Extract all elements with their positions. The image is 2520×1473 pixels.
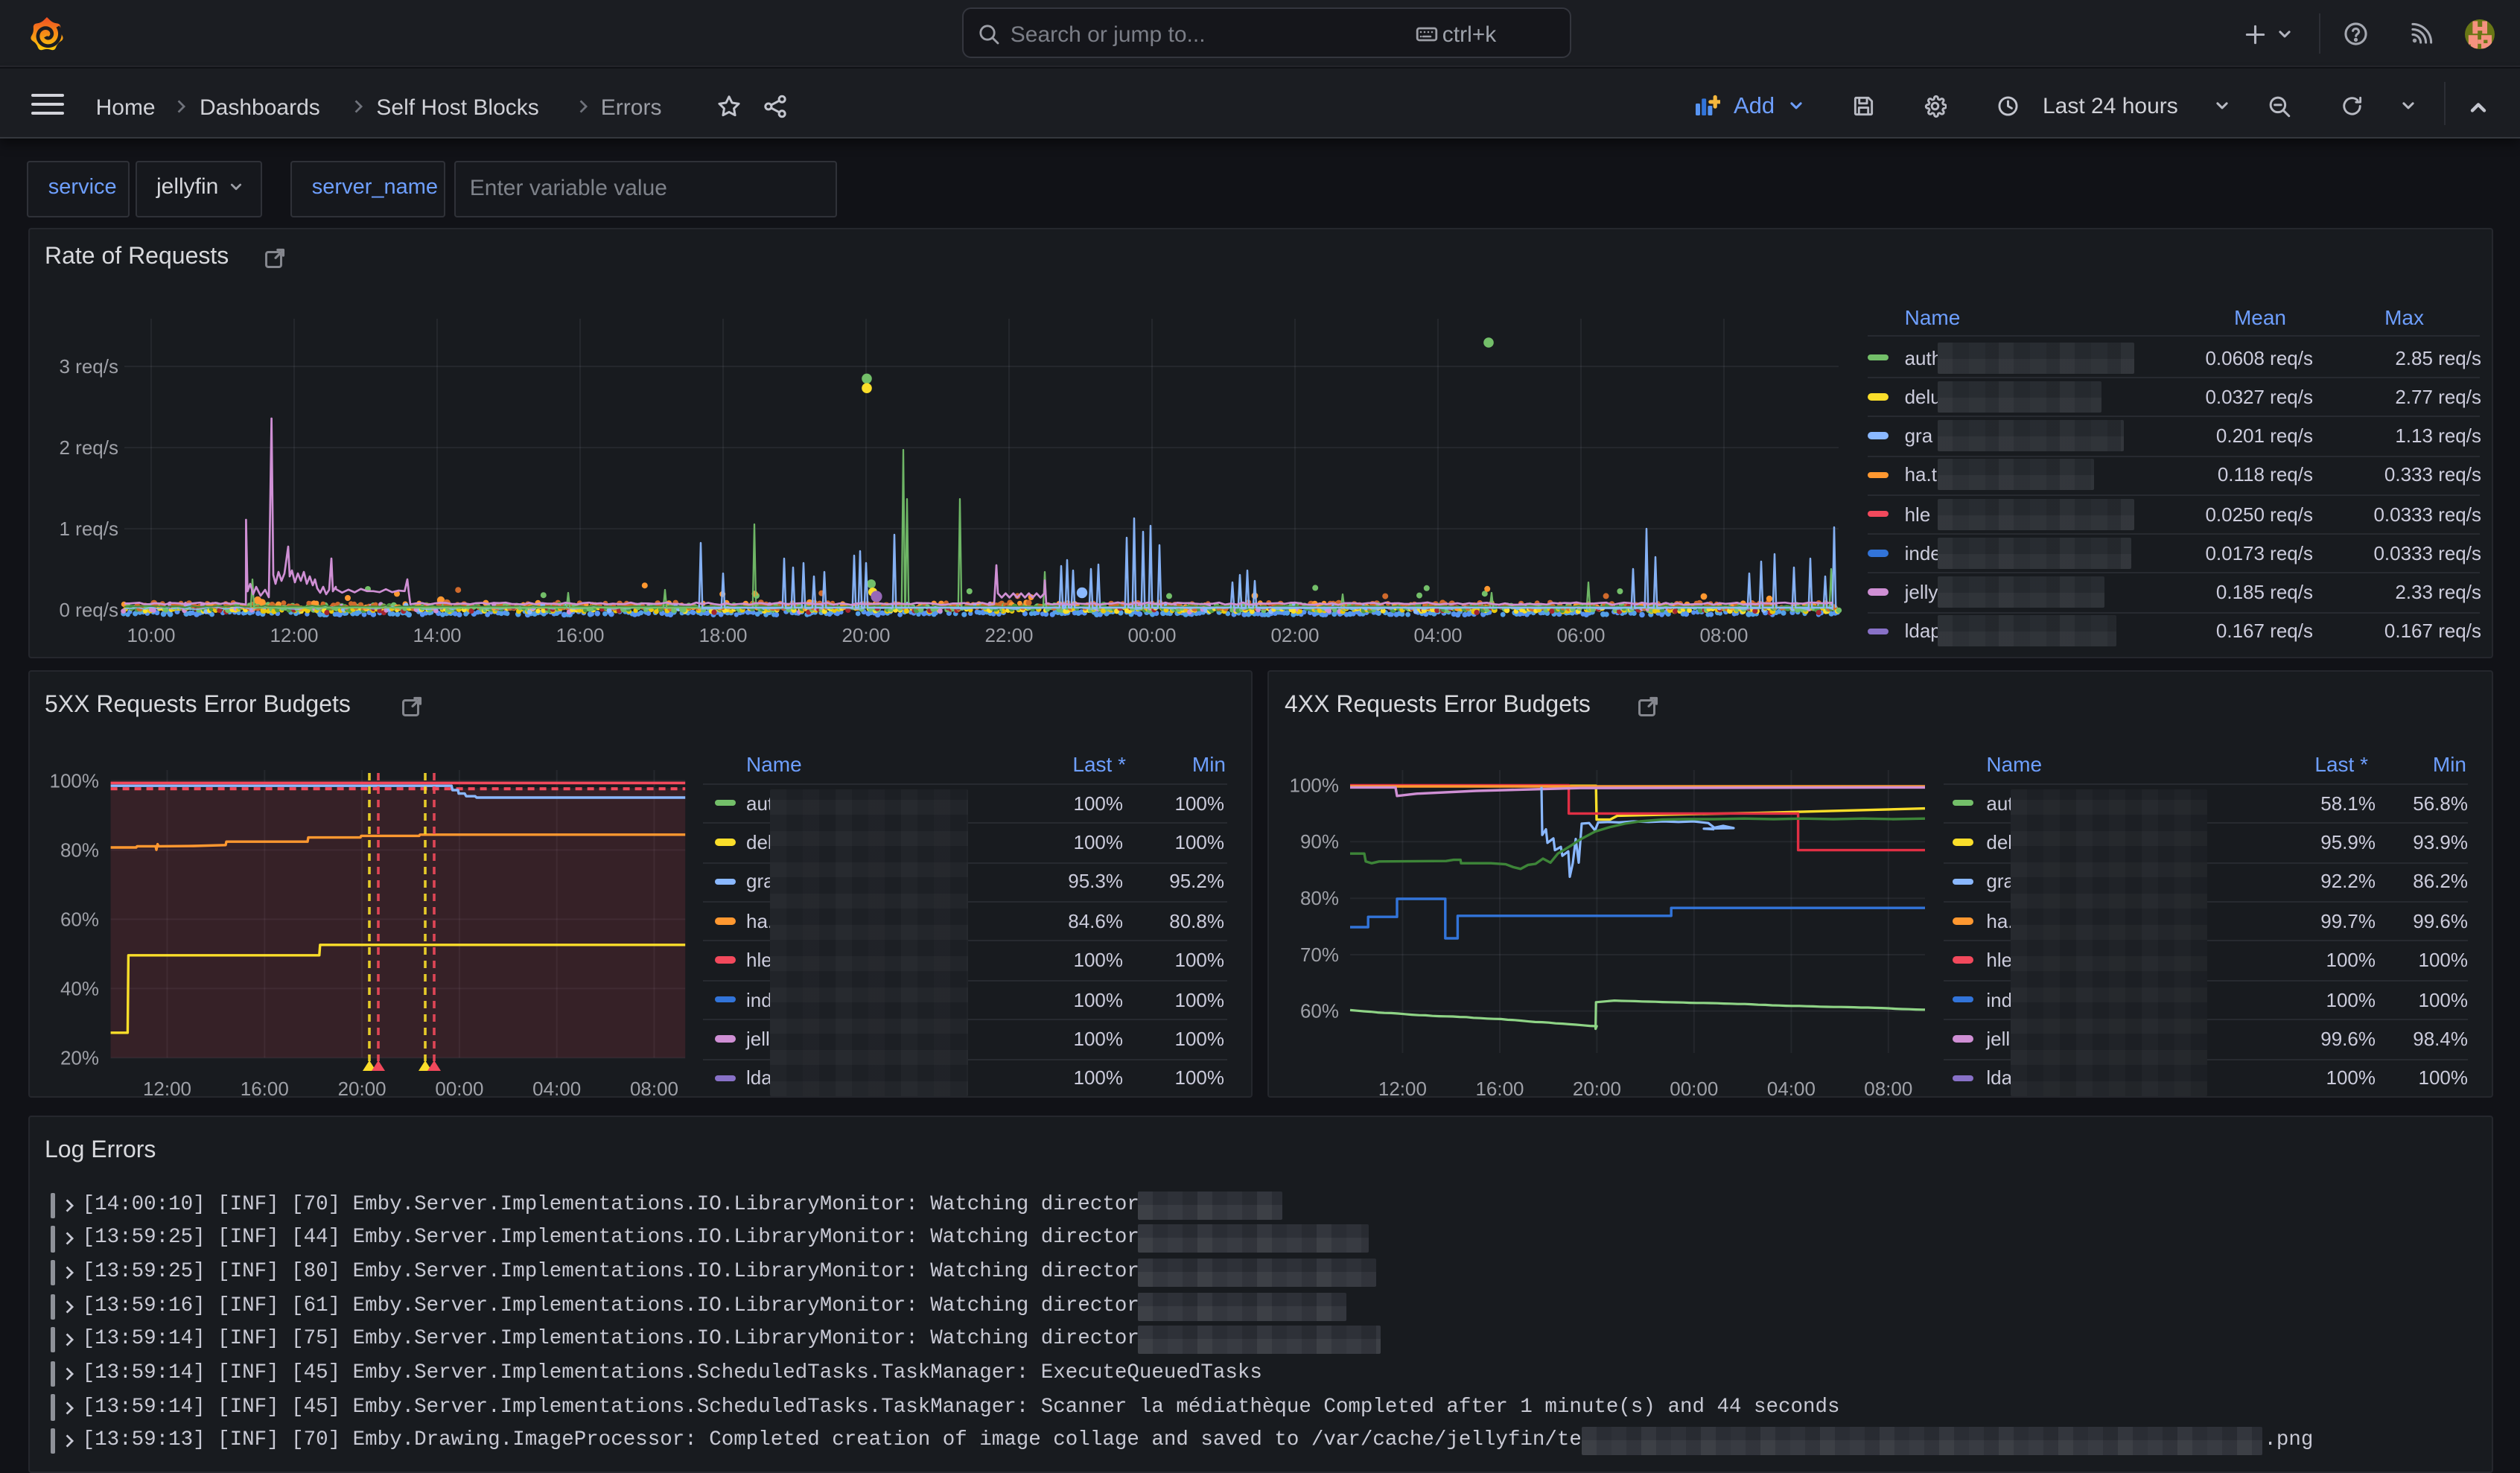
- svg-text:16:00: 16:00: [240, 1077, 288, 1099]
- svg-text:04:00: 04:00: [1767, 1077, 1816, 1099]
- svg-text:22:00: 22:00: [984, 624, 1032, 646]
- svg-text:90%: 90%: [1300, 830, 1339, 852]
- svg-text:00:00: 00:00: [434, 1077, 483, 1099]
- svg-text:14:00: 14:00: [412, 624, 460, 646]
- svg-text:3 req/s: 3 req/s: [59, 355, 118, 378]
- svg-text:100%: 100%: [49, 769, 98, 791]
- svg-text:06:00: 06:00: [1556, 624, 1604, 646]
- svg-text:2 req/s: 2 req/s: [59, 436, 118, 459]
- svg-text:18:00: 18:00: [698, 624, 746, 646]
- svg-text:80%: 80%: [1300, 886, 1339, 909]
- svg-text:100%: 100%: [1290, 773, 1339, 795]
- svg-text:20:00: 20:00: [1573, 1077, 1621, 1099]
- svg-text:04:00: 04:00: [532, 1077, 580, 1099]
- svg-text:20:00: 20:00: [337, 1077, 386, 1099]
- svg-text:12:00: 12:00: [269, 624, 317, 646]
- svg-text:40%: 40%: [60, 976, 98, 999]
- svg-text:60%: 60%: [1300, 999, 1339, 1022]
- svg-text:08:00: 08:00: [1699, 624, 1747, 646]
- svg-text:80%: 80%: [60, 838, 98, 860]
- svg-text:16:00: 16:00: [555, 624, 603, 646]
- svg-text:0 req/s: 0 req/s: [59, 599, 118, 621]
- svg-text:00:00: 00:00: [1127, 624, 1175, 646]
- svg-text:12:00: 12:00: [1378, 1077, 1427, 1099]
- svg-text:10:00: 10:00: [126, 624, 174, 646]
- svg-text:04:00: 04:00: [1413, 624, 1461, 646]
- svg-text:60%: 60%: [60, 907, 98, 929]
- svg-text:08:00: 08:00: [629, 1077, 678, 1099]
- svg-text:16:00: 16:00: [1475, 1077, 1524, 1099]
- svg-text:08:00: 08:00: [1864, 1077, 1912, 1099]
- svg-text:1 req/s: 1 req/s: [59, 518, 118, 540]
- svg-text:02:00: 02:00: [1270, 624, 1318, 646]
- svg-text:00:00: 00:00: [1670, 1077, 1718, 1099]
- svg-text:12:00: 12:00: [142, 1077, 191, 1099]
- svg-text:20:00: 20:00: [841, 624, 889, 646]
- svg-text:70%: 70%: [1300, 943, 1339, 965]
- svg-text:20%: 20%: [60, 1046, 98, 1068]
